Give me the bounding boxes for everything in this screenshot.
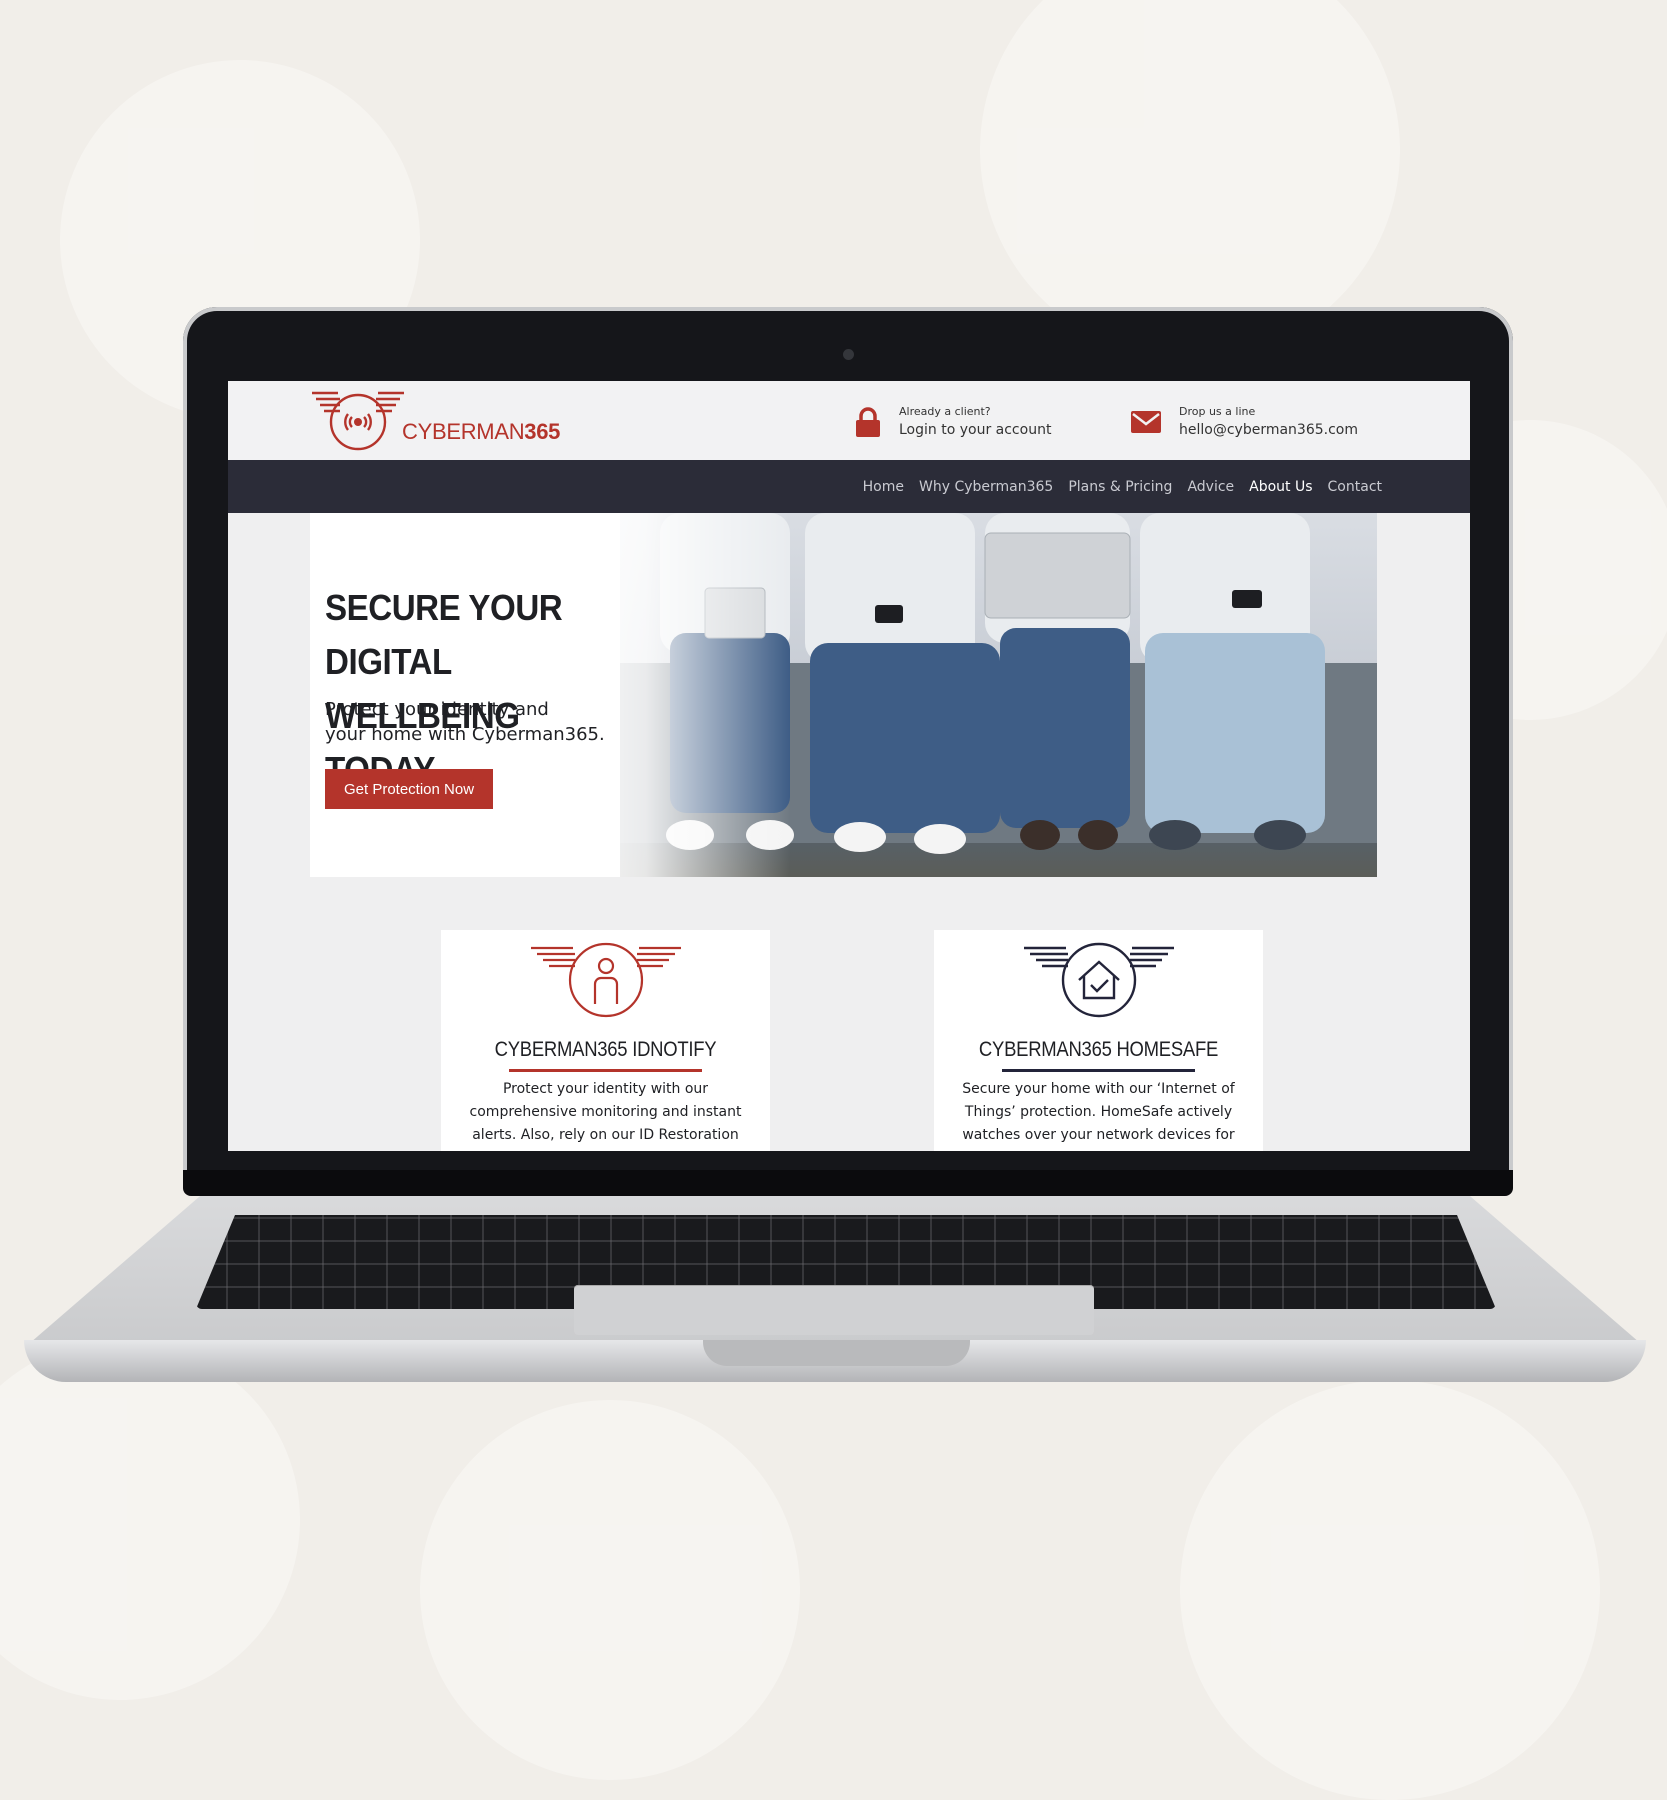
card-description: Protect your identity with our comprehen…	[469, 1081, 742, 1151]
card-description: Secure your home with our ‘Internet of T…	[962, 1081, 1235, 1151]
email-link[interactable]: Drop us a line hello@cyberman365.com	[1131, 405, 1358, 438]
login-link[interactable]: Already a client? Login to your account	[855, 405, 1051, 438]
hero-subtitle: Protect your identity and your home with …	[325, 699, 605, 745]
card-title: Cyberman365 HomeSafe	[978, 1038, 1219, 1061]
laptop-hinge	[183, 1170, 1513, 1196]
card-title-underline	[1002, 1069, 1195, 1072]
background-bokeh	[0, 1340, 300, 1700]
laptop-trackpad	[574, 1285, 1094, 1335]
site-logo[interactable]: CYBERMAN365	[310, 388, 560, 454]
get-protection-button[interactable]: Get Protection Now	[325, 769, 493, 809]
nav-item-why-cyberman365[interactable]: Why Cyberman365	[919, 479, 1053, 495]
laptop-notch	[703, 1340, 970, 1366]
envelope-icon	[1131, 410, 1161, 433]
main-navigation: Home Why Cyberman365 Plans & Pricing Adv…	[228, 460, 1470, 513]
lock-icon	[856, 406, 880, 437]
card-title: Cyberman365 IDnotify	[494, 1038, 717, 1061]
webcam	[843, 349, 854, 360]
product-card-homesafe[interactable]: Cyberman365 HomeSafe Secure your home wi…	[934, 930, 1263, 1151]
login-caption: Already a client?	[899, 405, 991, 418]
laptop-screen: CYBERMAN365 Already a client? Login to y…	[228, 381, 1470, 1151]
login-label: Login to your account	[899, 422, 1052, 438]
nav-item-contact[interactable]: Contact	[1328, 479, 1382, 495]
background-bokeh	[980, 0, 1400, 360]
hero-banner: Secure your digitalwellbeing today Prote…	[310, 513, 1377, 877]
site-header: CYBERMAN365 Already a client? Login to y…	[228, 381, 1470, 460]
nav-item-home[interactable]: Home	[863, 479, 904, 495]
winged-signal-logo-icon	[312, 391, 404, 451]
logo-wordmark: CYBERMAN365	[402, 419, 561, 444]
background-bokeh	[420, 1400, 800, 1780]
email-caption: Drop us a line	[1179, 405, 1256, 418]
person-shield-icon	[531, 942, 681, 1018]
nav-item-plans-pricing[interactable]: Plans & Pricing	[1068, 479, 1172, 495]
card-title-underline	[509, 1069, 702, 1072]
background-bokeh	[1180, 1380, 1600, 1800]
nav-item-about-us[interactable]: About Us	[1249, 479, 1312, 495]
email-address: hello@cyberman365.com	[1179, 422, 1358, 438]
nav-item-advice[interactable]: Advice	[1187, 479, 1234, 495]
product-card-idnotify[interactable]: Cyberman365 IDnotify Protect your identi…	[441, 930, 770, 1151]
hero-title: Secure your digitalwellbeing today	[325, 587, 563, 790]
house-shield-icon	[1024, 942, 1174, 1018]
